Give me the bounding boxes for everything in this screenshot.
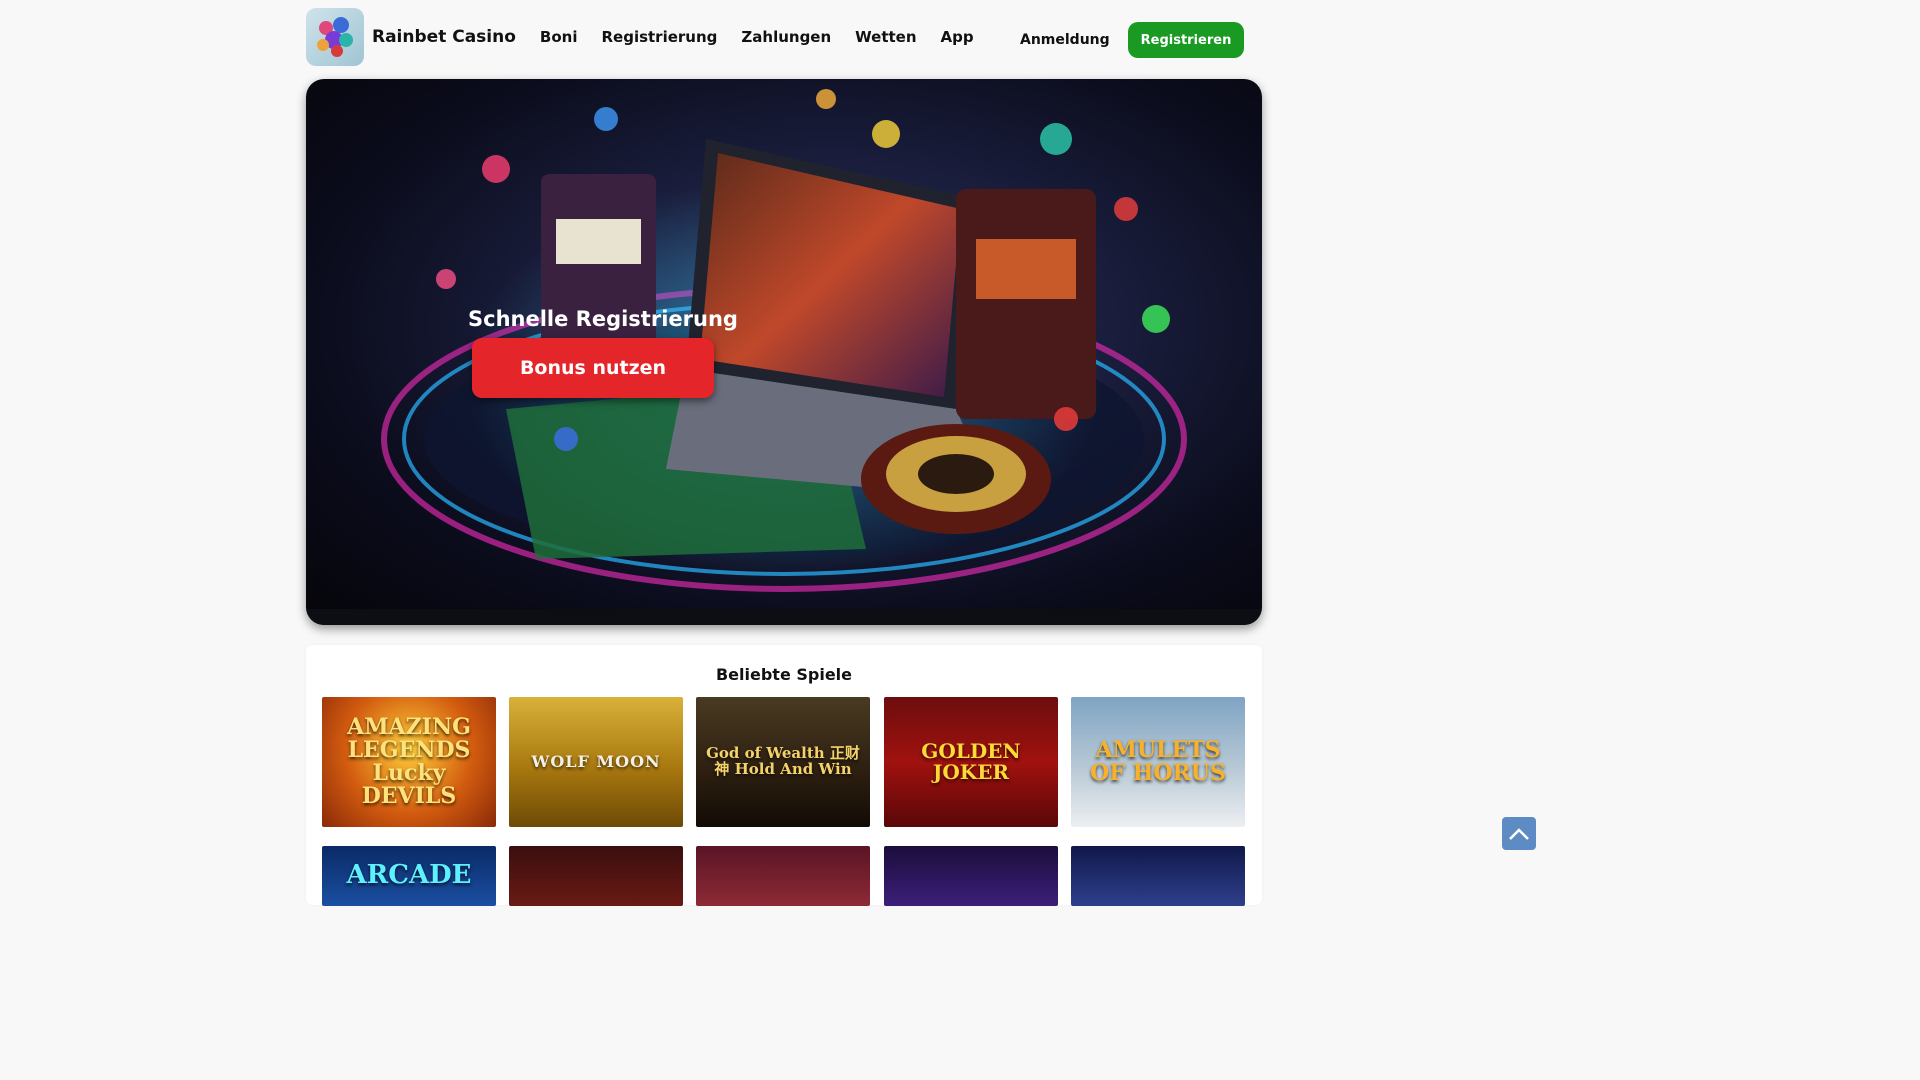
game-tile-golden-joker[interactable]: GOLDEN JOKER bbox=[884, 697, 1058, 827]
game-tile-amulets-of-horus[interactable]: AMULETS OF HORUS bbox=[1071, 697, 1245, 827]
nav-item-app[interactable]: App bbox=[941, 28, 974, 46]
game-tile-wolf-moon[interactable]: WOLF MOON bbox=[509, 697, 683, 827]
hero-title: Schnelle Registrierung bbox=[468, 307, 738, 331]
register-button[interactable]: Registrieren bbox=[1128, 22, 1244, 58]
game-title: God of Wealth 正财神 Hold And Win bbox=[706, 744, 860, 778]
login-link[interactable]: Anmeldung bbox=[1020, 32, 1110, 48]
nav-item-zahlungen[interactable]: Zahlungen bbox=[741, 28, 831, 46]
bonus-cta-button[interactable]: Bonus nutzen bbox=[472, 338, 714, 398]
game-tile-god-of-wealth[interactable]: God of Wealth 正财神 Hold And Win bbox=[696, 697, 870, 827]
site-logo[interactable] bbox=[306, 8, 364, 66]
game-tile-arcade[interactable]: ARCADE bbox=[322, 846, 496, 906]
game-tile[interactable] bbox=[696, 846, 870, 906]
game-tile-lucky-devils[interactable]: AMAZING LEGENDS Lucky DEVILS bbox=[322, 697, 496, 827]
casino-illustration bbox=[306, 89, 1262, 625]
section-title: Beliebte Spiele bbox=[715, 665, 853, 684]
nav-item-boni[interactable]: Boni bbox=[540, 28, 578, 46]
nav-item-registrierung[interactable]: Registrierung bbox=[601, 28, 717, 46]
game-title: AMULETS OF HORUS bbox=[1090, 736, 1226, 786]
main-nav: Boni Registrierung Zahlungen Wetten App bbox=[540, 28, 974, 46]
game-tile[interactable] bbox=[509, 846, 683, 906]
game-title: GOLDEN JOKER bbox=[921, 739, 1021, 784]
hero-banner: Schnelle Registrierung Bonus nutzen bbox=[306, 79, 1262, 625]
nav-item-wetten[interactable]: Wetten bbox=[855, 28, 916, 46]
game-tile[interactable] bbox=[884, 846, 1058, 906]
game-title: ARCADE bbox=[346, 860, 472, 891]
chevron-up-icon bbox=[1509, 827, 1529, 840]
logo-dice-icon bbox=[315, 15, 355, 59]
brand-name[interactable]: Rainbet Casino bbox=[372, 27, 516, 47]
popular-games-section: Beliebte Spiele AMAZING LEGENDS Lucky DE… bbox=[306, 645, 1262, 906]
scroll-top-button[interactable] bbox=[1502, 817, 1536, 850]
game-title: WOLF MOON bbox=[531, 751, 661, 771]
game-title: AMAZING LEGENDS Lucky DEVILS bbox=[347, 713, 471, 810]
site-header: Rainbet Casino Boni Registrierung Zahlun… bbox=[306, 8, 1246, 66]
game-tile[interactable] bbox=[1071, 846, 1245, 906]
